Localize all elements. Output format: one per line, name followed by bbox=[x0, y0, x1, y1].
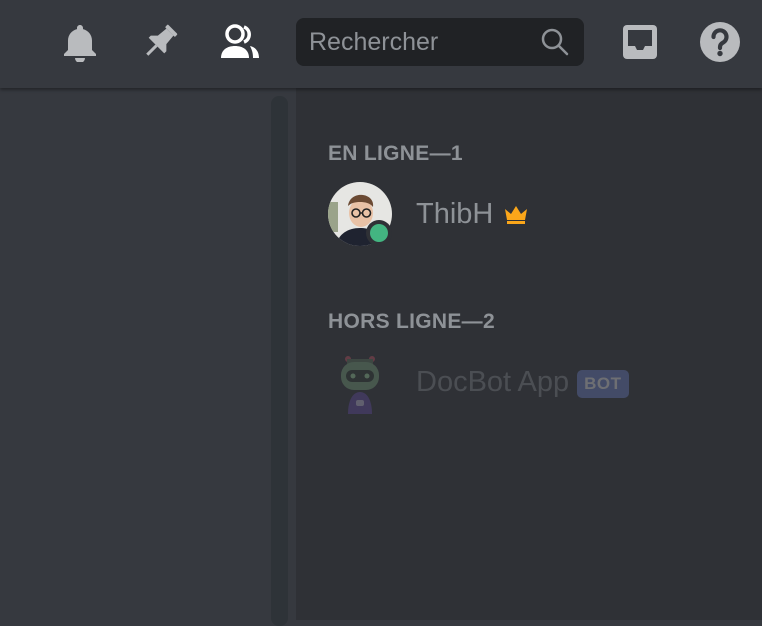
bell-icon[interactable] bbox=[58, 20, 102, 64]
pin-icon[interactable] bbox=[138, 20, 182, 64]
avatar[interactable] bbox=[328, 350, 392, 414]
inbox-icon[interactable] bbox=[618, 20, 662, 64]
online-status-indicator bbox=[366, 220, 392, 246]
offline-group-header: HORS LIGNE—2 bbox=[328, 310, 495, 333]
member-name: ThibH bbox=[416, 197, 494, 230]
channel-header bbox=[0, 0, 762, 88]
online-group-header: EN LIGNE—1 bbox=[328, 142, 463, 165]
chat-area bbox=[0, 88, 296, 620]
member-name: DocBot App bbox=[416, 365, 570, 398]
chat-scrollbar[interactable] bbox=[271, 96, 288, 626]
search-box[interactable] bbox=[296, 18, 584, 66]
crown-icon bbox=[505, 206, 528, 224]
bot-tag: BOT bbox=[577, 370, 629, 398]
help-icon[interactable] bbox=[698, 20, 742, 64]
search-input[interactable] bbox=[309, 27, 532, 57]
search-icon[interactable] bbox=[540, 27, 570, 57]
avatar[interactable] bbox=[328, 182, 392, 246]
member-item[interactable]: ThibH bbox=[328, 182, 529, 246]
members-icon[interactable] bbox=[218, 20, 262, 64]
member-list: EN LIGNE—1 ThibH HORS LIGNE—2 DocBot App… bbox=[296, 88, 762, 620]
member-item[interactable]: DocBot App BOT bbox=[328, 350, 629, 414]
